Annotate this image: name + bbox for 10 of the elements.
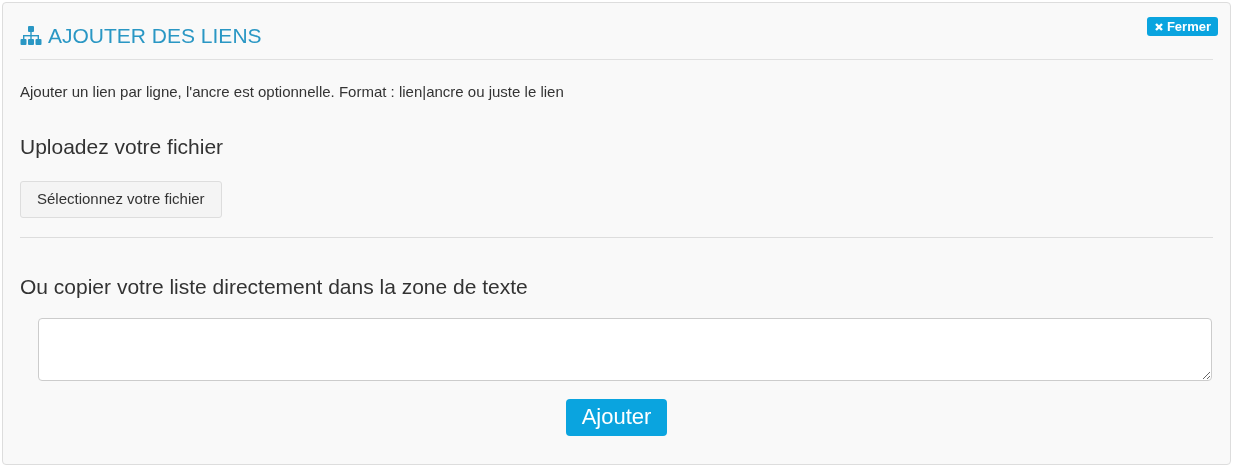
file-select-button[interactable]: Sélectionnez votre fichier xyxy=(20,180,222,218)
close-button[interactable]: Fermer xyxy=(1146,17,1218,36)
upload-heading: Uploadez votre fichier xyxy=(20,135,225,157)
panel-title: AJOUTER DES LIENS xyxy=(48,25,262,46)
close-icon xyxy=(1153,21,1164,32)
intro-text: Ajouter un lien par ligne, l'ancre est optionnelle. Format : lien|ancre ou juste le lien xyxy=(20,82,565,102)
add-button[interactable]: Ajouter xyxy=(565,398,668,436)
links-textarea[interactable] xyxy=(38,317,1212,381)
paste-heading: Ou copier votre liste directement dans la zone de texte xyxy=(20,275,529,297)
sitemap-icon xyxy=(20,25,42,46)
